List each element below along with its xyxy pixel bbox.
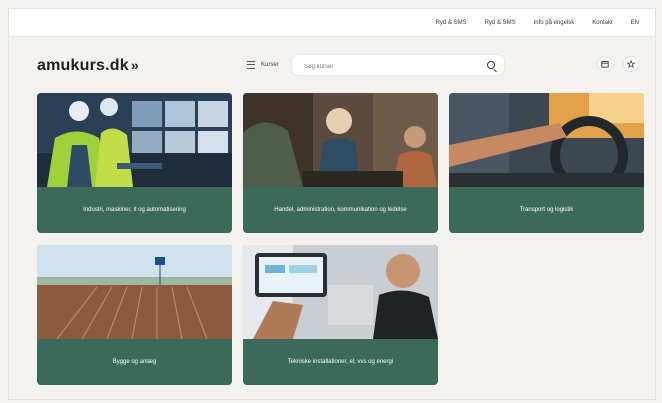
card-label: Industri, maskiner, it og automatisering xyxy=(83,206,186,213)
logo-chevron-icon: » xyxy=(130,57,139,73)
technician-tablet-image xyxy=(243,245,438,339)
site-logo[interactable]: amukurs.dk» xyxy=(37,57,139,75)
top-utility-bar: Ryd & SMS Ryd & SMS Info på engelsk Kont… xyxy=(9,9,655,37)
card-label: Bygge og anlæg xyxy=(112,358,157,365)
topbar-link-2[interactable]: Ryd & SMS xyxy=(485,20,516,26)
page-frame: Ryd & SMS Ryd & SMS Info på engelsk Kont… xyxy=(8,8,656,400)
category-card-commerce[interactable]: Handel, administration, kommunikation og… xyxy=(243,93,438,233)
topbar-link-1[interactable]: Ryd & SMS xyxy=(436,20,467,26)
truck-driver-image xyxy=(449,93,644,187)
calendar-icon xyxy=(601,61,609,68)
topbar-link-contact[interactable]: Kontakt xyxy=(592,20,612,26)
search-input[interactable] xyxy=(302,56,476,78)
courses-menu-label: Kurser xyxy=(261,62,279,68)
logo-text: amukurs.dk xyxy=(37,57,129,74)
industry-workers-image xyxy=(37,93,232,187)
meeting-people-image xyxy=(243,93,438,187)
category-card-industry[interactable]: Industri, maskiner, it og automatisering xyxy=(37,93,232,233)
courses-menu-button[interactable]: Kurser xyxy=(237,54,289,76)
category-card-installations[interactable]: Tekniske installationer, el, vvs og ener… xyxy=(243,245,438,385)
category-card-transport[interactable]: Transport og logistik xyxy=(449,93,644,233)
topbar-link-english[interactable]: Info på engelsk xyxy=(534,20,575,26)
card-label: Transport og logistik xyxy=(519,206,574,213)
menu-icon xyxy=(247,61,255,69)
favorites-button[interactable] xyxy=(623,56,639,72)
site-header: amukurs.dk» Kurser xyxy=(9,49,655,83)
search-box xyxy=(291,54,505,78)
calendar-button[interactable] xyxy=(597,56,613,72)
construction-site-image xyxy=(37,245,232,339)
card-label: Handel, administration, kommunikation og… xyxy=(274,206,407,213)
search-icon[interactable] xyxy=(487,61,495,69)
star-icon xyxy=(627,60,635,68)
category-card-construction[interactable]: Bygge og anlæg xyxy=(37,245,232,385)
language-switch[interactable]: EN xyxy=(631,20,639,26)
card-label: Tekniske installationer, el, vvs og ener… xyxy=(287,358,394,365)
